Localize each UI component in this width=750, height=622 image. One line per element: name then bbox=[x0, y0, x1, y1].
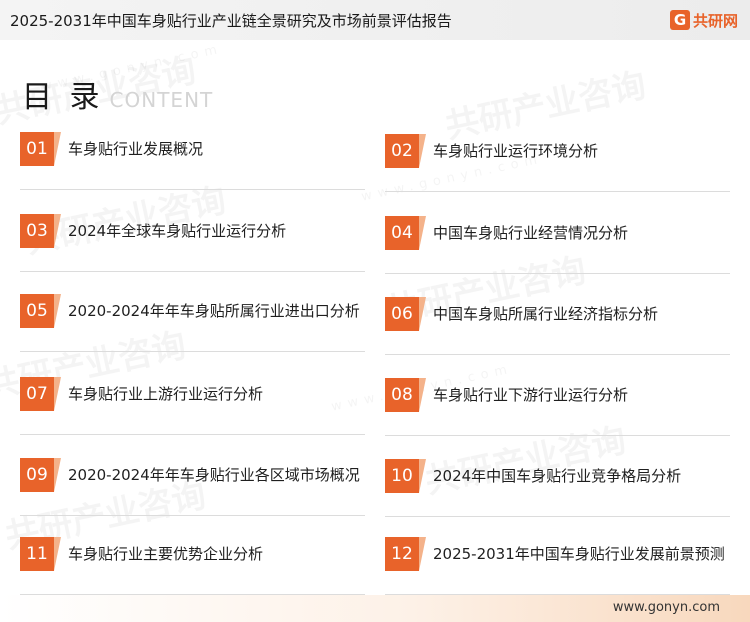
toc-item-02[interactable]: 02 车身贴行业运行环境分析 bbox=[385, 134, 730, 192]
toc-label: 2024年全球车身贴行业运行分析 bbox=[68, 222, 287, 240]
toc-number: 02 bbox=[385, 134, 426, 168]
footer-bar: www.gonyn.com bbox=[0, 595, 750, 622]
header-bar: 2025-2031年中国车身贴行业产业链全景研究及市场前景评估报告 G 共研网 bbox=[0, 0, 750, 40]
toc-item-05[interactable]: 05 2020-2024年年车身贴所属行业进出口分析 bbox=[20, 294, 365, 352]
toc-number: 06 bbox=[385, 297, 426, 331]
report-title: 2025-2031年中国车身贴行业产业链全景研究及市场前景评估报告 bbox=[10, 12, 452, 30]
toc-number: 12 bbox=[385, 537, 426, 571]
toc-item-09[interactable]: 09 2020-2024年年车身贴行业各区域市场概况 bbox=[20, 458, 365, 516]
toc-item-11[interactable]: 11 车身贴行业主要优势企业分析 bbox=[20, 537, 365, 595]
toc-item-07[interactable]: 07 车身贴行业上游行业运行分析 bbox=[20, 377, 365, 435]
toc-heading: 目 录 CONTENT bbox=[22, 72, 213, 116]
toc-number: 07 bbox=[20, 377, 61, 411]
toc-label: 车身贴行业运行环境分析 bbox=[433, 142, 599, 160]
toc-number: 04 bbox=[385, 216, 426, 250]
brand-name: 共研网 bbox=[692, 11, 738, 30]
toc-item-08[interactable]: 08 车身贴行业下游行业运行分析 bbox=[385, 378, 730, 436]
divider bbox=[385, 191, 730, 192]
toc-label: 2024年中国车身贴行业竞争格局分析 bbox=[433, 467, 682, 485]
toc-number: 09 bbox=[20, 458, 61, 492]
toc-number: 03 bbox=[20, 214, 61, 248]
brand-logo-icon: G bbox=[669, 10, 690, 30]
toc-label: 车身贴行业上游行业运行分析 bbox=[68, 385, 264, 403]
divider bbox=[20, 271, 365, 272]
toc-label: 2020-2024年年车身贴所属行业进出口分析 bbox=[68, 302, 360, 320]
divider bbox=[20, 515, 365, 516]
toc-number: 08 bbox=[385, 378, 426, 412]
divider bbox=[20, 351, 365, 352]
toc-label: 车身贴行业主要优势企业分析 bbox=[68, 545, 264, 563]
toc-number: 01 bbox=[20, 132, 61, 166]
toc-number: 11 bbox=[20, 537, 61, 571]
divider bbox=[385, 435, 730, 436]
toc-item-06[interactable]: 06 中国车身贴所属行业经济指标分析 bbox=[385, 297, 730, 355]
toc-item-04[interactable]: 04 中国车身贴行业经营情况分析 bbox=[385, 216, 730, 274]
toc-label: 车身贴行业下游行业运行分析 bbox=[433, 386, 629, 404]
divider bbox=[20, 434, 365, 435]
toc-label: 2020-2024年年车身贴行业各区域市场概况 bbox=[68, 466, 360, 484]
toc-item-03[interactable]: 03 2024年全球车身贴行业运行分析 bbox=[20, 214, 365, 272]
toc-number: 10 bbox=[385, 459, 426, 493]
brand-logo: G 共研网 bbox=[669, 9, 738, 31]
divider bbox=[20, 189, 365, 190]
toc-item-01[interactable]: 01 车身贴行业发展概况 bbox=[20, 132, 365, 190]
footer-url[interactable]: www.gonyn.com bbox=[613, 600, 720, 615]
toc-label: 车身贴行业发展概况 bbox=[68, 140, 204, 158]
toc-item-12[interactable]: 12 2025-2031年中国车身贴行业发展前景预测 bbox=[385, 537, 730, 595]
divider bbox=[385, 273, 730, 274]
divider bbox=[385, 516, 730, 517]
toc-label: 中国车身贴所属行业经济指标分析 bbox=[433, 305, 659, 323]
toc-item-10[interactable]: 10 2024年中国车身贴行业竞争格局分析 bbox=[385, 459, 730, 517]
toc-label: 中国车身贴行业经营情况分析 bbox=[433, 224, 629, 242]
toc-number: 05 bbox=[20, 294, 61, 328]
toc-heading-title: 目 录 bbox=[22, 80, 104, 115]
toc-label: 2025-2031年中国车身贴行业发展前景预测 bbox=[433, 545, 725, 563]
divider bbox=[385, 354, 730, 355]
toc-heading-subtitle: CONTENT bbox=[109, 88, 214, 112]
